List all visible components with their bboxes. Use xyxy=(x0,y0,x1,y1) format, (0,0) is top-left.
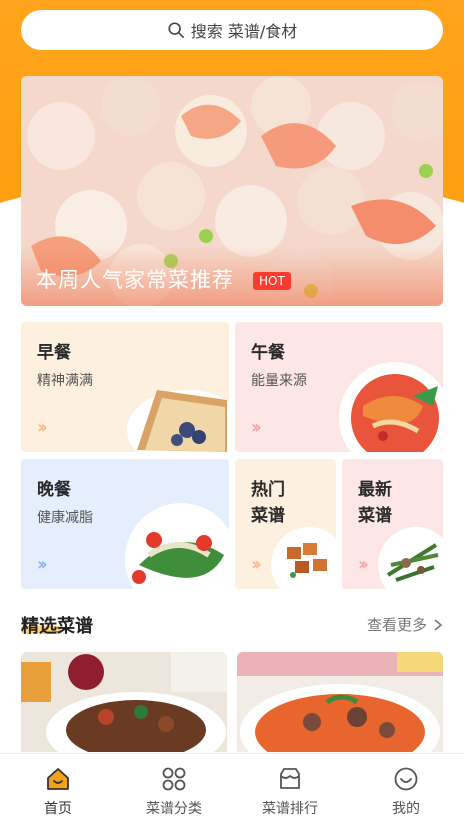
category-subtitle: 健康减脂 xyxy=(37,510,93,526)
category-title: 午餐 xyxy=(251,343,285,363)
ranking-icon xyxy=(280,768,300,789)
category-card-new-recipes[interactable]: 最新 菜谱 ›› xyxy=(342,459,443,589)
hot-recipes-food-image xyxy=(271,527,336,589)
category-card-dinner[interactable]: 晚餐 健康减脂 ›› xyxy=(21,459,229,589)
category-title: 热门 菜谱 xyxy=(251,480,285,526)
bottom-tab-bar: 首页 菜谱分类 菜谱排行 我的 xyxy=(0,753,464,825)
view-more-link[interactable]: 查看更多 xyxy=(367,614,443,635)
category-grid-icon xyxy=(162,767,186,791)
double-chevron-icon: ›› xyxy=(251,554,262,575)
search-icon xyxy=(168,22,184,39)
recipe-card[interactable] xyxy=(21,652,227,752)
tab-profile[interactable]: 我的 xyxy=(348,754,464,825)
featured-recipes-header: 精选菜谱 查看更多 xyxy=(21,612,443,638)
tab-home[interactable]: 首页 xyxy=(0,754,116,825)
tab-label: 菜谱分类 xyxy=(146,801,202,817)
hot-badge: HOT xyxy=(253,272,291,290)
tab-categories[interactable]: 菜谱分类 xyxy=(116,754,232,825)
section-title: 精选菜谱 xyxy=(21,616,93,637)
category-title: 最新 菜谱 xyxy=(358,480,392,526)
lunch-food-image xyxy=(339,362,443,452)
double-chevron-icon: ›› xyxy=(37,554,48,575)
category-card-breakfast[interactable]: 早餐 精神满满 ›› xyxy=(21,322,229,452)
category-title: 晚餐 xyxy=(37,480,71,500)
featured-banner[interactable]: 本周人气家常菜推荐 HOT xyxy=(21,76,443,306)
tab-label: 首页 xyxy=(44,801,72,817)
category-subtitle: 精神满满 xyxy=(37,373,93,389)
banner-title: 本周人气家常菜推荐 xyxy=(36,268,234,292)
double-chevron-icon: ›› xyxy=(251,417,262,438)
tab-label: 我的 xyxy=(392,801,420,817)
search-placeholder: 搜索 菜谱/食材 xyxy=(190,22,298,41)
recipe-card[interactable] xyxy=(237,652,443,752)
profile-smile-icon xyxy=(394,767,418,791)
dinner-food-image xyxy=(125,503,229,589)
tab-ranking[interactable]: 菜谱排行 xyxy=(232,754,348,825)
double-chevron-icon: ›› xyxy=(37,417,48,438)
category-subtitle: 能量来源 xyxy=(251,373,307,389)
category-card-lunch[interactable]: 午餐 能量来源 ›› xyxy=(235,322,443,452)
tab-label: 菜谱排行 xyxy=(262,801,318,817)
search-bar[interactable]: 搜索 菜谱/食材 xyxy=(21,10,443,50)
breakfast-food-image xyxy=(127,390,229,452)
category-title: 早餐 xyxy=(37,343,71,363)
recipe-image xyxy=(237,652,443,752)
home-icon xyxy=(47,768,69,790)
double-chevron-icon: ›› xyxy=(358,554,369,575)
chevron-right-icon xyxy=(434,618,443,631)
category-card-hot-recipes[interactable]: 热门 菜谱 ›› xyxy=(235,459,336,589)
recipe-image xyxy=(21,652,227,752)
new-recipes-food-image xyxy=(378,527,443,589)
